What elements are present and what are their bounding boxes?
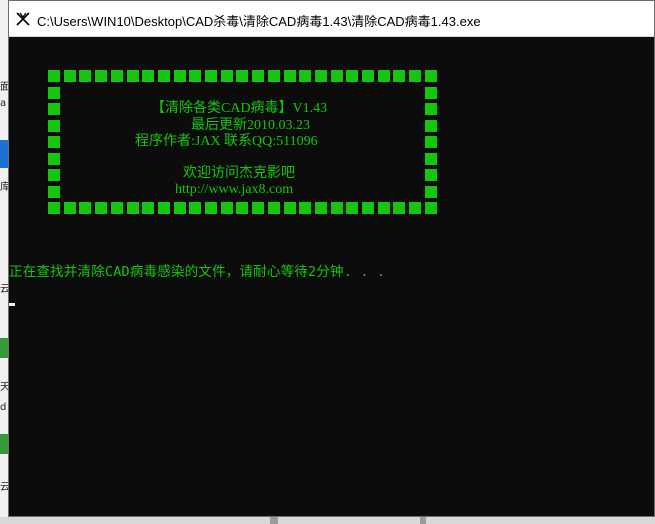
banner-block [252, 202, 265, 214]
banner-block [424, 169, 437, 181]
banner-block [393, 70, 406, 82]
taskbar-edge [0, 517, 655, 524]
console-app-icon[interactable] [15, 11, 31, 27]
desktop-icon-fragment [0, 140, 8, 168]
banner-block [424, 202, 437, 214]
banner-block [424, 185, 437, 198]
banner-block [424, 152, 437, 165]
taskbar-segment [270, 517, 278, 524]
banner-block [236, 202, 249, 214]
banner-block [299, 70, 312, 82]
banner-block [299, 202, 312, 214]
banner-block [126, 202, 139, 214]
banner-block [409, 202, 422, 214]
title-bar[interactable]: C:\Users\WIN10\Desktop\CAD杀毒\清除CAD病毒1.43… [9, 1, 654, 37]
banner-block [283, 202, 296, 214]
console-window[interactable]: C:\Users\WIN10\Desktop\CAD杀毒\清除CAD病毒1.43… [8, 0, 655, 517]
banner-block [48, 70, 60, 82]
banner-block [48, 169, 60, 181]
banner-block [63, 70, 76, 82]
banner-block [142, 202, 155, 214]
banner-block [189, 70, 202, 82]
banner-block [393, 202, 406, 214]
banner-block [126, 70, 139, 82]
banner-block [362, 70, 374, 82]
banner-block [157, 70, 170, 82]
banner-block [424, 136, 437, 148]
banner-block [252, 70, 265, 82]
banner-block [63, 202, 76, 214]
banner-block [220, 202, 233, 214]
desktop-icon-fragment [0, 338, 8, 358]
banner-block [424, 119, 437, 132]
banner-block [424, 103, 437, 115]
banner-block [424, 86, 437, 99]
banner-block [157, 202, 170, 214]
banner-block [205, 202, 217, 214]
banner-block [48, 202, 60, 214]
desktop-background: 面 a 库 云 天 d 云 [0, 0, 10, 524]
banner-updated: 最后更新2010.03.23 [191, 118, 310, 133]
banner-block [48, 185, 60, 198]
banner-block [173, 202, 186, 214]
banner-block [409, 70, 422, 82]
window-title: C:\Users\WIN10\Desktop\CAD杀毒\清除CAD病毒1.43… [37, 14, 481, 29]
desktop-icon-fragment [0, 434, 8, 454]
text-cursor [9, 303, 15, 306]
banner-block [48, 119, 60, 132]
console-output[interactable]: 【清除各类CAD病毒】V1.43 最后更新2010.03.23 程序作者:JAX… [9, 37, 654, 516]
banner-welcome: 欢迎访问杰克影吧 [183, 166, 295, 181]
banner-block [330, 202, 343, 214]
banner-block [142, 70, 155, 82]
banner-block [362, 202, 374, 214]
banner-block [48, 136, 60, 148]
banner-block [189, 202, 202, 214]
banner-block [48, 103, 60, 115]
banner-block [48, 152, 60, 165]
banner-author: 程序作者:JAX 联系QQ:511096 [135, 134, 318, 149]
banner-block [314, 70, 327, 82]
banner-block [283, 70, 296, 82]
desktop-fragment: d [0, 402, 7, 413]
banner-block [424, 70, 437, 82]
desktop-fragment: a [0, 98, 7, 109]
banner-block [346, 202, 359, 214]
banner-url: http://www.jax8.com [175, 182, 294, 197]
banner-title: 【清除各类CAD病毒】V1.43 [151, 101, 328, 116]
banner-block [236, 70, 249, 82]
banner-block [95, 70, 108, 82]
taskbar-segment [420, 517, 426, 524]
banner-block [110, 70, 123, 82]
banner-block [377, 202, 390, 214]
banner-block [377, 70, 390, 82]
banner-block [48, 86, 60, 99]
banner-block [330, 70, 343, 82]
banner-block [79, 202, 92, 214]
banner-block [220, 70, 233, 82]
banner-block [110, 202, 123, 214]
banner-block [95, 202, 108, 214]
banner-block [314, 202, 327, 214]
status-message: 正在查找并清除CAD病毒感染的文件，请耐心等待2分钟. . . [9, 264, 386, 280]
banner-block [79, 70, 92, 82]
banner-block [205, 70, 217, 82]
banner-block [267, 202, 280, 214]
banner-block [173, 70, 186, 82]
banner-block [346, 70, 359, 82]
banner-block [267, 70, 280, 82]
